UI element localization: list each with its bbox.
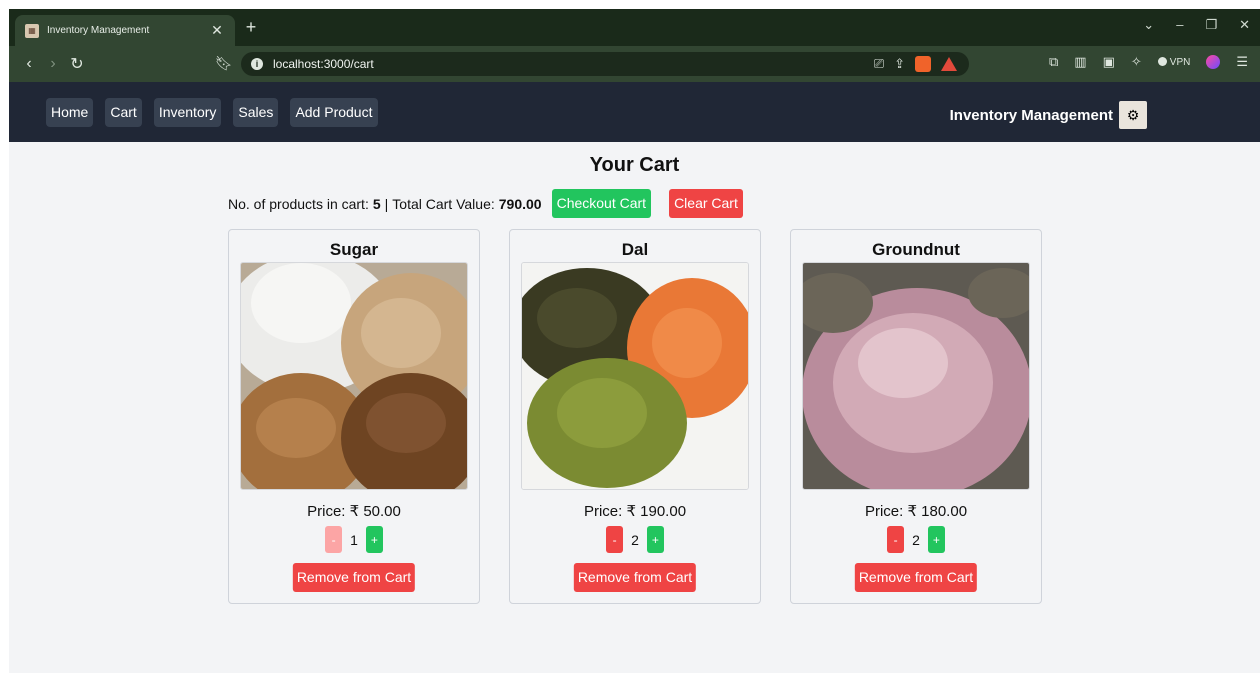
product-image-sugar [240,262,468,490]
brave-rewards-icon[interactable] [941,57,957,71]
nav-add-product[interactable]: Add Product [290,98,378,127]
product-card-sugar: Sugar Price: ₹ 50.00 - 1 + Remove from C… [228,229,480,604]
app-navbar: Home Cart Inventory Sales Add Product In… [9,82,1260,142]
extensions-icon[interactable]: ⧉ [1049,54,1058,70]
brave-shields-icon[interactable] [915,56,931,72]
profile-icon[interactable] [1206,55,1221,69]
decrease-quantity-button[interactable]: - [887,526,905,553]
quantity-value: 2 [631,531,639,548]
product-price: Price: ₹ 180.00 [864,503,968,520]
nav-sales[interactable]: Sales [233,98,279,127]
share-icon[interactable]: ⇪ [894,56,905,72]
cart-count-label: No. of products in cart: [228,195,369,212]
nav-home[interactable]: Home [46,98,94,127]
clear-cart-button[interactable]: Clear Cart [669,189,743,218]
bookmark-icon[interactable]: 🔖︎ [215,55,233,72]
checkout-cart-button[interactable]: Checkout Cart [551,189,652,218]
tab-close-icon[interactable]: ✕ [209,22,225,39]
sidebar-icon[interactable]: ▥ [1074,54,1086,70]
brand-title: Inventory Management [949,106,1113,124]
window-close-icon[interactable]: ✕ [1239,17,1250,33]
product-name: Sugar [329,240,379,259]
cart-total-value: 790.00 [498,195,542,212]
increase-quantity-button[interactable]: + [927,526,945,553]
product-name: Dal [621,240,649,259]
product-image-dal [521,262,749,490]
product-price: Price: ₹ 50.00 [307,503,401,520]
app-favicon-icon: ▦ [25,23,39,38]
product-name: Groundnut [872,240,960,259]
back-icon[interactable]: ‹ [17,55,41,73]
nav-inventory[interactable]: Inventory [153,98,222,127]
quantity-value: 1 [350,531,358,548]
cart-count-value: 5 [372,195,381,212]
tab-title: Inventory Management [47,25,150,36]
product-price: Price: ₹ 190.00 [583,503,687,520]
menu-icon[interactable]: ☰ [1236,54,1248,70]
address-bar-actions: ⎚ ⇪ [874,56,957,72]
wallet-icon[interactable]: ▣ [1103,54,1115,70]
minimize-icon[interactable]: – [1176,17,1183,33]
cart-total-label: Total Cart Value: [392,195,495,212]
increase-quantity-button[interactable]: + [365,526,383,553]
product-card-dal: Dal Price: ₹ 190.00 - 2 + Remove from Ca… [509,229,761,604]
cart-items: Sugar Price: ₹ 50.00 - 1 + Remove from C… [228,229,1042,604]
brand-logo-icon: ⚙ [1119,101,1147,129]
cast-icon[interactable]: ⎚ [874,56,884,72]
product-image-groundnut [802,262,1030,490]
tab-strip: ▦ Inventory Management ✕ + ⌄ – ❐ ✕ [9,9,1260,46]
product-card-groundnut: Groundnut Price: ₹ 180.00 - 2 + Remove f… [790,229,1042,604]
increase-quantity-button[interactable]: + [646,526,664,553]
cart-summary: No. of products in cart: 5 | Total Cart … [228,189,743,218]
browser-tab[interactable]: ▦ Inventory Management ✕ [15,15,235,46]
browser-toolbar: ‹ › ↻ 🔖︎ i localhost:3000/cart ⎚ ⇪ ⧉ ▥ ▣… [9,46,1260,82]
decrease-quantity-button[interactable]: - [325,526,343,553]
remove-from-cart-button[interactable]: Remove from Cart [854,563,978,592]
tab-search-icon[interactable]: ⌄ [1143,17,1154,33]
browser-window: ▦ Inventory Management ✕ + ⌄ – ❐ ✕ ‹ › ↻… [9,9,1260,673]
leo-ai-icon[interactable]: ✧ [1131,54,1142,70]
brand: Inventory Management ⚙ [950,101,1147,129]
forward-icon[interactable]: › [41,55,65,73]
vpn-button[interactable]: VPN [1157,56,1191,68]
toolbar-right: ⧉ ▥ ▣ ✧ VPN ☰ [1049,54,1248,70]
summary-separator: | [384,195,389,212]
quantity-stepper: - 1 + [229,526,479,553]
new-tab-button[interactable]: + [241,17,261,38]
site-info-icon[interactable]: i [251,58,263,70]
window-controls: ⌄ – ❐ ✕ [1143,17,1250,33]
reload-icon[interactable]: ↻ [65,54,89,74]
quantity-value: 2 [912,531,920,548]
page-title: Your Cart [589,154,680,176]
app-root: Home Cart Inventory Sales Add Product In… [9,82,1260,673]
vpn-status-icon [1157,57,1167,67]
quantity-stepper: - 2 + [791,526,1041,553]
restore-icon[interactable]: ❐ [1205,17,1217,33]
address-bar[interactable]: i localhost:3000/cart ⎚ ⇪ [241,52,969,76]
remove-from-cart-button[interactable]: Remove from Cart [292,563,416,592]
nav-links: Home Cart Inventory Sales Add Product [46,98,378,127]
vpn-label: VPN [1169,56,1191,68]
decrease-quantity-button[interactable]: - [606,526,624,553]
remove-from-cart-button[interactable]: Remove from Cart [573,563,697,592]
url-text[interactable]: localhost:3000/cart [273,57,374,71]
nav-cart[interactable]: Cart [105,98,142,127]
quantity-stepper: - 2 + [510,526,760,553]
